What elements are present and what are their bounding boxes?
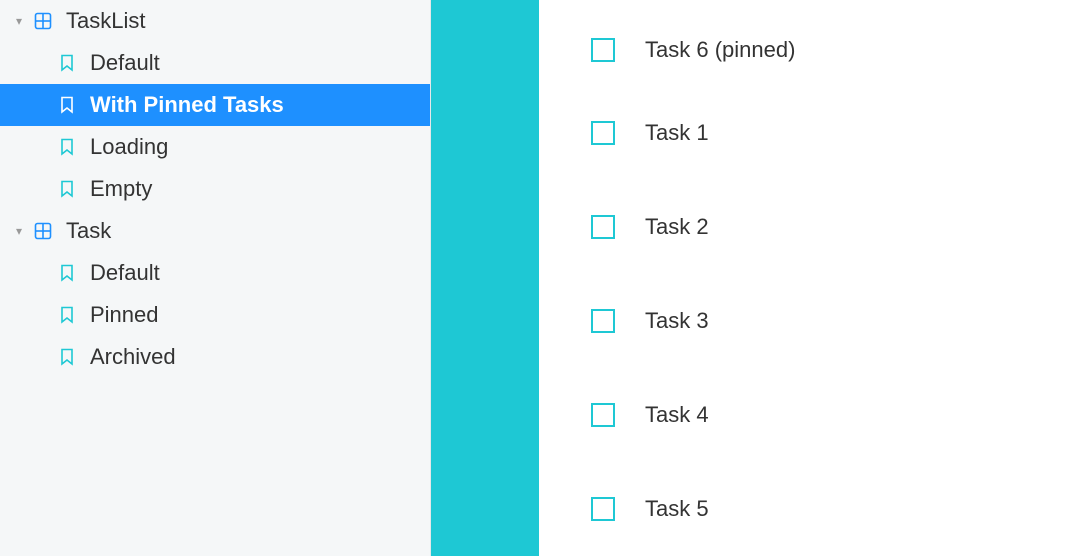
checkbox[interactable] (591, 403, 615, 427)
tree-component-tasklist[interactable]: ▾ TaskList (0, 0, 430, 42)
tree-label: Default (90, 260, 160, 286)
tree-story-default[interactable]: Default (0, 42, 430, 84)
bookmark-icon (54, 96, 80, 114)
task-row[interactable]: Task 3 (539, 274, 1078, 368)
canvas-background (431, 0, 539, 556)
checkbox[interactable] (591, 38, 615, 62)
tree-label: With Pinned Tasks (90, 92, 284, 118)
component-icon (30, 12, 56, 30)
bookmark-icon (54, 264, 80, 282)
task-row[interactable]: Task 2 (539, 180, 1078, 274)
tree-story-with-pinned-tasks[interactable]: With Pinned Tasks (0, 84, 430, 126)
tree-label: Empty (90, 176, 152, 202)
task-label: Task 2 (645, 214, 709, 240)
tree-component-task[interactable]: ▾ Task (0, 210, 430, 252)
bookmark-icon (54, 138, 80, 156)
stories-sidebar: ▾ TaskList Default (0, 0, 431, 556)
task-row[interactable]: Task 6 (pinned) (539, 14, 1078, 86)
caret-down-icon: ▾ (12, 224, 26, 238)
tree-story-task-pinned[interactable]: Pinned (0, 294, 430, 336)
task-row[interactable]: Task 1 (539, 86, 1078, 180)
tree-group-tasklist: ▾ TaskList Default (0, 0, 430, 210)
tree-story-loading[interactable]: Loading (0, 126, 430, 168)
checkbox[interactable] (591, 497, 615, 521)
tree-label: Loading (90, 134, 168, 160)
task-label: Task 4 (645, 402, 709, 428)
tree-label: Archived (90, 344, 176, 370)
checkbox[interactable] (591, 215, 615, 239)
caret-down-icon: ▾ (12, 14, 26, 28)
bookmark-icon (54, 348, 80, 366)
task-label: Task 3 (645, 308, 709, 334)
tree-story-task-default[interactable]: Default (0, 252, 430, 294)
tree-label: Pinned (90, 302, 159, 328)
tree-group-task: ▾ Task Default (0, 210, 430, 378)
tree-label: Task (66, 218, 111, 244)
bookmark-icon (54, 54, 80, 72)
task-label: Task 5 (645, 496, 709, 522)
tree-label: Default (90, 50, 160, 76)
task-row[interactable]: Task 4 (539, 368, 1078, 462)
checkbox[interactable] (591, 309, 615, 333)
bookmark-icon (54, 306, 80, 324)
checkbox[interactable] (591, 121, 615, 145)
bookmark-icon (54, 180, 80, 198)
story-canvas: Task 6 (pinned) Task 1 Task 2 Task 3 Tas… (539, 0, 1078, 556)
component-icon (30, 222, 56, 240)
task-label: Task 1 (645, 120, 709, 146)
tree-story-empty[interactable]: Empty (0, 168, 430, 210)
tree-story-task-archived[interactable]: Archived (0, 336, 430, 378)
task-row[interactable]: Task 5 (539, 462, 1078, 556)
tree-label: TaskList (66, 8, 145, 34)
task-label: Task 6 (pinned) (645, 37, 795, 63)
